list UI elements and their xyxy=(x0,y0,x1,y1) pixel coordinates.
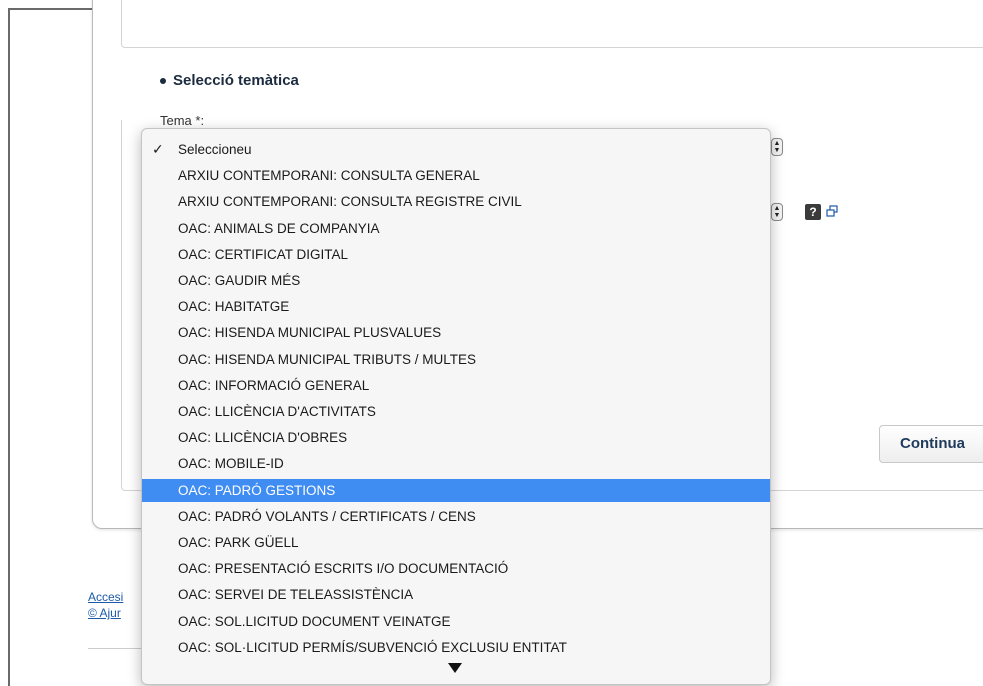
dropdown-option[interactable]: OAC: SOL·LICITUD PERMÍS/SUBVENCIÓ EXCLUS… xyxy=(142,636,770,659)
dropdown-option-label: OAC: HABITATGE xyxy=(178,299,290,315)
dropdown-option-label: OAC: MOBILE-ID xyxy=(178,456,284,472)
dropdown-option[interactable]: ARXIU CONTEMPORANI: CONSULTA REGISTRE CI… xyxy=(142,190,770,213)
subtema-select-arrows[interactable]: ▲ ▼ xyxy=(771,203,783,221)
dropdown-option[interactable]: OAC: PADRÓ GESTIONS xyxy=(142,478,770,502)
scroll-down-icon[interactable] xyxy=(448,663,462,673)
dropdown-option-label: OAC: HISENDA MUNICIPAL PLUSVALUES xyxy=(178,325,442,341)
help-icon[interactable]: ? xyxy=(805,204,821,220)
page: Selecció temàtica Tema *: ▲ ▼ ▲ ▼ ? Contin… xyxy=(0,0,983,686)
checkmark-icon: ✓ xyxy=(152,141,164,157)
bullet-icon xyxy=(160,77,166,84)
tema-select-arrows[interactable]: ▲ ▼ xyxy=(771,138,783,156)
dropdown-option-label: Seleccioneu xyxy=(178,142,252,157)
accessibility-link[interactable]: Accesi xyxy=(88,590,123,604)
dropdown-option[interactable]: OAC: SOL.LICITUD DOCUMENT VEINATGE xyxy=(142,610,770,633)
dropdown-option[interactable]: OAC: PADRÓ VOLANTS / CERTIFICATS / CENS xyxy=(142,505,770,528)
dropdown-option-label: ARXIU CONTEMPORANI: CONSULTA REGISTRE CI… xyxy=(178,194,522,210)
dropdown-option[interactable]: ✓ Seleccioneu xyxy=(142,138,770,161)
dropdown-option[interactable]: ARXIU CONTEMPORANI: CONSULTA GENERAL xyxy=(142,164,770,187)
dropdown-option-label: OAC: INFORMACIÓ GENERAL xyxy=(178,377,370,393)
dropdown-option[interactable]: OAC: INFORMACIÓ GENERAL xyxy=(142,374,770,397)
dropdown-option[interactable]: OAC: MOBILE-ID xyxy=(142,452,770,475)
dropdown-option[interactable]: OAC: ANIMALS DE COMPANYIA xyxy=(142,217,770,240)
dropdown-option[interactable]: OAC: PARK GÜELL xyxy=(142,531,770,554)
tema-dropdown-list[interactable]: ✓ Seleccioneu ARXIU CONTEMPORANI: CONSULTA… xyxy=(141,128,771,685)
continue-button[interactable]: Continua xyxy=(879,425,983,463)
dropdown-option[interactable]: OAC: HISENDA MUNICIPAL PLUSVALUES xyxy=(142,321,770,344)
dropdown-option[interactable]: OAC: CERTIFICAT DIGITAL xyxy=(142,243,770,266)
copyright-link[interactable]: © Ajur xyxy=(88,606,121,620)
section-heading: Selecció temàtica xyxy=(160,72,299,89)
dropdown-option[interactable]: OAC: PRESENTACIÓ ESCRITS I/O DOCUMENTACI… xyxy=(142,557,770,580)
dropdown-option[interactable]: OAC: HISENDA MUNICIPAL TRIBUTS / MULTES xyxy=(142,348,770,371)
dropdown-option-label: OAC: SOL.LICITUD DOCUMENT VEINATGE xyxy=(178,613,451,629)
dropdown-option-label: OAC: HISENDA MUNICIPAL TRIBUTS / MULTES xyxy=(178,351,477,367)
dropdown-option-label: ARXIU CONTEMPORANI: CONSULTA GENERAL xyxy=(178,168,480,184)
dropdown-option-label: OAC: LLICÈNCIA D'ACTIVITATS xyxy=(178,404,376,419)
dropdown-option[interactable]: OAC: LLICÈNCIA D'OBRES xyxy=(142,426,770,449)
tema-label: Tema *: xyxy=(160,113,205,128)
dropdown-option-label: OAC: PRESENTACIÓ ESCRITS I/O DOCUMENTACI… xyxy=(178,561,509,577)
dropdown-option-label: OAC: ANIMALS DE COMPANYIA xyxy=(178,220,380,236)
dropdown-option-label: OAC: SOL·LICITUD PERMÍS/SUBVENCIÓ EXCLUS… xyxy=(178,639,567,655)
dropdown-option[interactable]: OAC: GAUDIR MÉS xyxy=(142,269,770,292)
section-title: Selecció temàtica xyxy=(173,72,299,89)
dropdown-option-label: OAC: PADRÓ GESTIONS xyxy=(178,482,336,498)
dropdown-option[interactable]: OAC: HABITATGE xyxy=(142,295,770,318)
dropdown-option-label: OAC: CERTIFICAT DIGITAL xyxy=(178,246,349,262)
dropdown-option-label: OAC: PARK GÜELL xyxy=(178,535,299,550)
dropdown-option-label: OAC: PADRÓ VOLANTS / CERTIFICATS / CENS xyxy=(178,508,476,524)
form-section-top xyxy=(121,0,983,48)
footer-divider xyxy=(88,648,148,649)
dropdown-option-label: OAC: LLICÈNCIA D'OBRES xyxy=(178,430,348,446)
dropdown-option[interactable]: OAC: LLICÈNCIA D'ACTIVITATS xyxy=(142,400,770,423)
dropdown-option-label: OAC: SERVEI DE TELEASSISTÈNCIA xyxy=(178,587,414,603)
new-window-icon[interactable] xyxy=(826,205,838,217)
dropdown-option[interactable]: OAC: SERVEI DE TELEASSISTÈNCIA xyxy=(142,583,770,606)
dropdown-option-label: OAC: GAUDIR MÉS xyxy=(178,273,301,288)
